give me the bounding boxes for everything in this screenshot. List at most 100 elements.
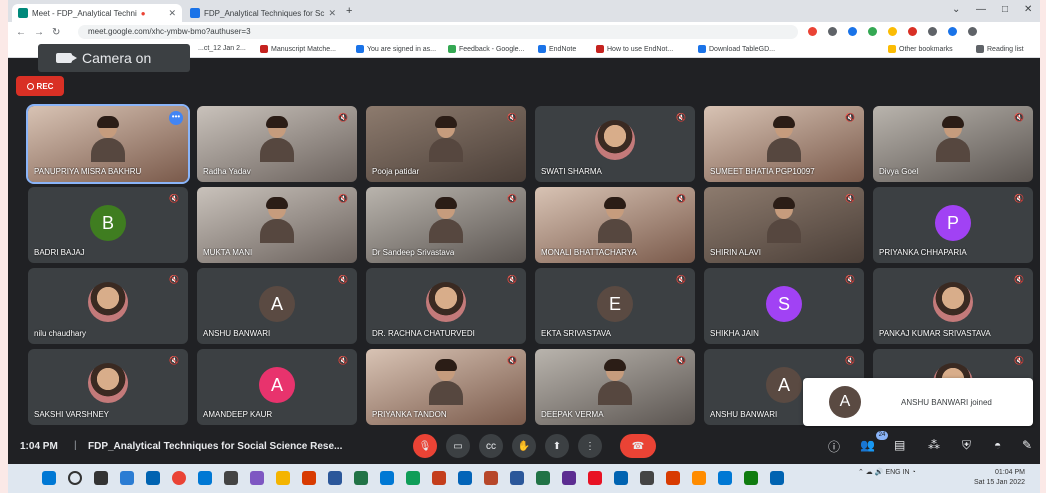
extension-icon[interactable]: [868, 27, 877, 36]
extensions-puzzle-icon[interactable]: [928, 27, 937, 36]
participant-tile[interactable]: 🔇 SHIRIN ALAVI: [704, 187, 864, 263]
edge-icon[interactable]: [198, 471, 212, 485]
participant-tile[interactable]: 🔇 DR. RACHNA CHATURVEDI: [366, 268, 526, 344]
word-icon[interactable]: [328, 471, 342, 485]
bookmark[interactable]: EndNote: [538, 45, 576, 53]
participant-tile[interactable]: 🔇 PANKAJ KUMAR SRIVASTAVA: [873, 268, 1033, 344]
close-tab-icon[interactable]: ✕: [328, 8, 336, 19]
app-icon[interactable]: [406, 471, 420, 485]
forward-icon[interactable]: →: [34, 27, 44, 38]
captions-button[interactable]: cc: [479, 434, 503, 458]
close-window-icon[interactable]: ✕: [1024, 4, 1032, 15]
app-icon[interactable]: [770, 471, 784, 485]
meeting-info-icon[interactable]: ⓘ: [828, 438, 840, 455]
leave-call-button[interactable]: ☎: [620, 434, 656, 458]
app-icon[interactable]: [536, 471, 550, 485]
participant-tile[interactable]: E 🔇 EKTA SRIVASTAVA: [535, 268, 695, 344]
chevron-down-icon[interactable]: ⌄: [952, 4, 960, 15]
app-icon[interactable]: [588, 471, 602, 485]
bookmark[interactable]: ...ct_12 Jan 2...: [198, 45, 246, 52]
profile-avatar-icon[interactable]: [948, 27, 957, 36]
minimize-icon[interactable]: —: [976, 4, 986, 15]
participant-tile[interactable]: 🔇 nilu chaudhary: [28, 268, 188, 344]
taskbar-clock[interactable]: 01:04 PM Sat 15 Jan 2022: [974, 468, 1025, 488]
participant-tile[interactable]: 🔇 Divya Goel: [873, 106, 1033, 182]
participant-tile[interactable]: 🔇 SAKSHI VARSHNEY: [28, 349, 188, 425]
excel-icon[interactable]: [354, 471, 368, 485]
search-icon[interactable]: [68, 471, 82, 485]
extension-icon[interactable]: [808, 27, 817, 36]
raise-hand-button[interactable]: ✋: [512, 434, 536, 458]
bookmark[interactable]: Manuscript Matche...: [260, 45, 336, 53]
reload-icon[interactable]: ↻: [52, 27, 60, 38]
participant-tile[interactable]: 🔇 PRIYANKA TANDON: [366, 349, 526, 425]
app-icon[interactable]: [640, 471, 654, 485]
app-icon[interactable]: [302, 471, 316, 485]
present-button[interactable]: ⬆: [545, 434, 569, 458]
participant-tile[interactable]: P 🔇 PRIYANKA CHHAPARIA: [873, 187, 1033, 263]
system-tray[interactable]: ⌃ ☁ 🔊 ENG IN ◔: [858, 468, 916, 476]
extension-icon[interactable]: [848, 27, 857, 36]
camera-toggle-button[interactable]: ▭: [446, 434, 470, 458]
app-icon[interactable]: [380, 471, 394, 485]
address-bar[interactable]: meet.google.com/xhc-ymbw-bmo?authuser=3: [78, 25, 798, 39]
outlook-icon[interactable]: [458, 471, 472, 485]
whiteboard-icon[interactable]: ◓: [994, 438, 1001, 452]
app-icon[interactable]: [120, 471, 134, 485]
app-icon[interactable]: [146, 471, 160, 485]
more-options-icon[interactable]: •••: [169, 111, 183, 125]
maximize-icon[interactable]: □: [1002, 4, 1008, 15]
participant-tile[interactable]: S 🔇 SHIKHA JAIN: [704, 268, 864, 344]
mic-toggle-button[interactable]: 🎙: [413, 434, 437, 458]
app-icon[interactable]: [224, 471, 238, 485]
activities-icon[interactable]: ⁂: [928, 438, 940, 452]
app-icon[interactable]: [614, 471, 628, 485]
chrome-icon[interactable]: [172, 471, 186, 485]
app-icon[interactable]: [562, 471, 576, 485]
reading-list[interactable]: Reading list: [976, 45, 1024, 53]
bookmark[interactable]: Download TableGD...: [698, 45, 775, 53]
participant-tile[interactable]: 🔇 Pooja patidar: [366, 106, 526, 182]
extension-icon[interactable]: [828, 27, 837, 36]
app-icon[interactable]: [718, 471, 732, 485]
bookmark[interactable]: You are signed in as...: [356, 45, 436, 53]
close-tab-icon[interactable]: ✕: [168, 8, 176, 19]
participant-tile[interactable]: ••• PANUPRIYA MISRA BAKHRU: [26, 104, 190, 184]
tab-meet[interactable]: Meet - FDP_Analytical Techni ● ✕: [12, 4, 182, 22]
bookmark[interactable]: Feedback - Google...: [448, 45, 524, 53]
participant-tile[interactable]: 🔇 SWATI SHARMA: [535, 106, 695, 182]
participant-tile[interactable]: 🔇 SUMEET BHATIA PGP10097: [704, 106, 864, 182]
app-icon[interactable]: [666, 471, 680, 485]
people-icon[interactable]: 👥: [860, 438, 875, 452]
back-icon[interactable]: ←: [16, 27, 26, 38]
tab-doc[interactable]: FDP_Analytical Techniques for Sc ✕: [184, 4, 342, 22]
app-icon[interactable]: [510, 471, 524, 485]
participant-tile[interactable]: 🔇 MONALI BHATTACHARYA: [535, 187, 695, 263]
app-icon[interactable]: [692, 471, 706, 485]
participant-tile[interactable]: 🔇 Dr Sandeep Srivastava: [366, 187, 526, 263]
app-icon[interactable]: [484, 471, 498, 485]
menu-kebab-icon[interactable]: [968, 27, 977, 36]
participant-tile[interactable]: B 🔇 BADRI BAJAJ: [28, 187, 188, 263]
participant-tile[interactable]: 🔇 DEEPAK VERMA: [535, 349, 695, 425]
bookmark-folder[interactable]: Other bookmarks: [888, 45, 953, 53]
explorer-icon[interactable]: [276, 471, 290, 485]
app-icon[interactable]: [744, 471, 758, 485]
powerpoint-icon[interactable]: [432, 471, 446, 485]
participant-tile[interactable]: A 🔇 ANSHU BANWARI: [197, 268, 357, 344]
recording-indicator[interactable]: REC: [16, 76, 64, 96]
app-icon[interactable]: [250, 471, 264, 485]
participant-tile[interactable]: A 🔇 AMANDEEP KAUR: [197, 349, 357, 425]
new-tab-icon[interactable]: +: [346, 5, 352, 17]
windows-start-icon[interactable]: [42, 471, 56, 485]
bookmark[interactable]: How to use EndNot...: [596, 45, 673, 53]
task-view-icon[interactable]: [94, 471, 108, 485]
extension-icon[interactable]: [888, 27, 897, 36]
brush-icon[interactable]: ✎: [1022, 438, 1032, 452]
participant-tile[interactable]: 🔇 MUKTA MANI: [197, 187, 357, 263]
host-controls-icon[interactable]: ⛨: [962, 438, 971, 453]
participant-tile[interactable]: 🔇 Radha Yadav: [197, 106, 357, 182]
extension-icon[interactable]: [908, 27, 917, 36]
chat-icon[interactable]: ▤: [894, 438, 905, 452]
more-options-button[interactable]: ⋮: [578, 434, 602, 458]
